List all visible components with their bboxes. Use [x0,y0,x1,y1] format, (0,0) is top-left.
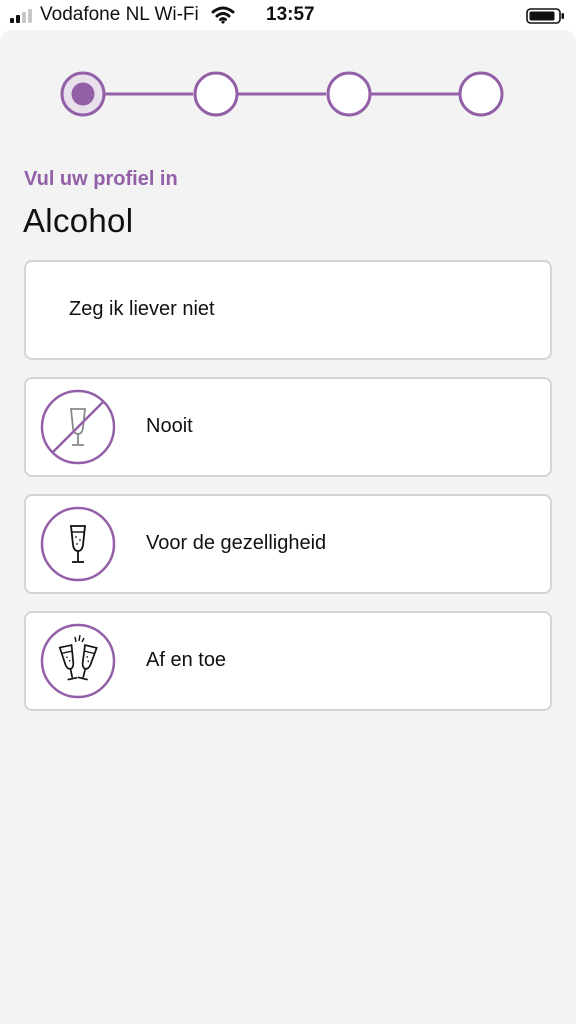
option-label: Nooit [146,415,193,437]
step-3 [326,71,372,117]
wifi-icon [211,6,235,24]
page-title: Alcohol [23,202,134,239]
signal-strength-icon [10,9,32,23]
cheers-icon [40,623,116,699]
profile-page: Vul uw profiel in Alcohol Zeg ik liever … [0,30,576,1024]
clock-time: 13:57 [266,4,315,25]
step-1-current [60,71,106,117]
champagne-glass-icon [40,506,116,582]
status-bar: Vodafone NL Wi-Fi 13:57 [0,0,576,30]
option-occasionally[interactable]: Af en toe [24,611,552,711]
progress-stepper [60,71,504,117]
page-subtitle: Vul uw profiel in [24,168,178,190]
options-list: Zeg ik liever niet Nooit Voor de gezelli… [24,260,552,728]
battery-icon [526,8,564,24]
option-label: Voor de gezelligheid [146,532,327,554]
step-2 [193,71,239,117]
option-label: Zeg ik liever niet [69,298,215,320]
step-4 [458,71,504,117]
carrier-name: Vodafone NL Wi-Fi [40,4,199,25]
option-label: Af en toe [146,649,227,671]
option-never[interactable]: Nooit [24,377,552,477]
option-prefer-not-to-say[interactable]: Zeg ik liever niet [24,260,552,360]
option-socially[interactable]: Voor de gezelligheid [24,494,552,594]
no-alcohol-icon [40,389,116,465]
